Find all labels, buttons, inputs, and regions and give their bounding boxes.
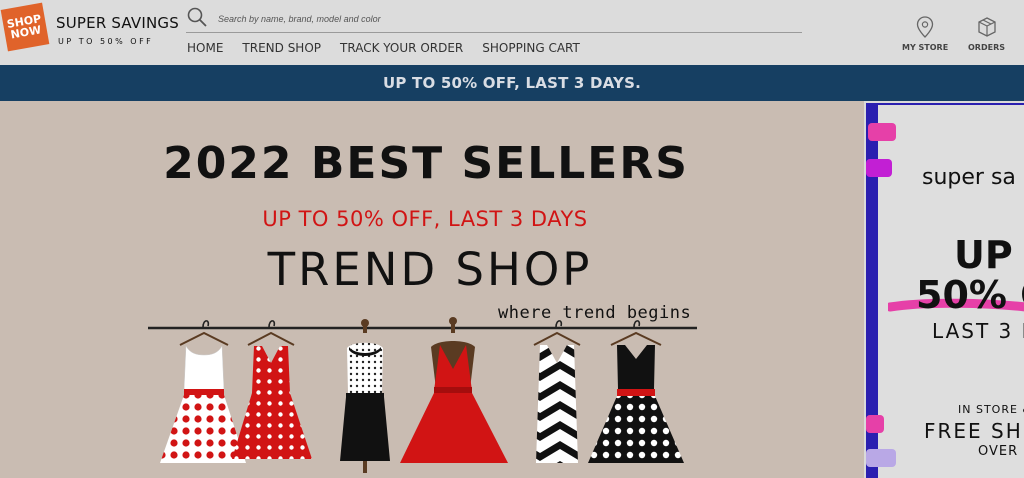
page: SHOP NOW SUPER SAVINGS UP TO 50% OFF HOM… <box>0 0 1024 478</box>
main-nav: HOME TREND SHOP TRACK YOUR ORDER SHOPPIN… <box>187 41 580 55</box>
dress-6 <box>588 320 684 463</box>
hero-banner[interactable]: 2022 BEST SELLERS UP TO 50% OFF, LAST 3 … <box>0 101 864 478</box>
my-store-button[interactable]: MY STORE <box>902 15 948 52</box>
box-icon <box>976 15 998 39</box>
my-store-label: MY STORE <box>902 43 949 52</box>
search-icon[interactable] <box>186 6 212 32</box>
search-input[interactable] <box>212 13 772 24</box>
promo-text: UP TO 50% OFF, LAST 3 DAYS. <box>383 74 641 92</box>
location-pin-icon <box>914 15 936 39</box>
shop-now-logo[interactable]: SHOP NOW <box>0 2 50 52</box>
promo-bar[interactable]: UP TO 50% OFF, LAST 3 DAYS. <box>0 65 1024 101</box>
site-header: SHOP NOW SUPER SAVINGS UP TO 50% OFF HOM… <box>0 0 1024 65</box>
side-tab-magenta <box>866 159 892 177</box>
side-up-text: UP <box>954 233 1013 277</box>
nav-trend-shop[interactable]: TREND SHOP <box>242 41 321 55</box>
side-brand-text: super sa <box>922 165 1016 190</box>
brand-name: SUPER SAVINGS <box>56 14 179 32</box>
dress-5 <box>533 320 581 463</box>
dress-rack-illustration <box>148 317 697 473</box>
side-free-shipping-text: FREE SHI <box>924 419 1024 443</box>
side-over-text: OVER $ <box>978 444 1024 459</box>
orders-label: ORDERS <box>968 43 1005 52</box>
dress-2 <box>232 320 312 459</box>
orders-button[interactable]: ORDERS <box>968 15 1005 52</box>
side-tab-pink-2 <box>866 415 884 433</box>
side-days-text: LAST 3 D <box>932 319 1024 343</box>
nav-home[interactable]: HOME <box>187 41 223 55</box>
brand[interactable]: SUPER SAVINGS UP TO 50% OFF <box>56 14 179 46</box>
search-bar <box>186 5 802 33</box>
nav-track-order[interactable]: TRACK YOUR ORDER <box>340 41 463 55</box>
side-tab-pink <box>868 123 896 141</box>
brand-tagline: UP TO 50% OFF <box>58 37 154 46</box>
side-promo-banner[interactable]: super sa UP 50% O LAST 3 D IN STORE & FR… <box>864 101 1024 478</box>
dress-3 <box>340 319 390 473</box>
dress-4 <box>400 317 508 463</box>
side-instore-text: IN STORE & <box>958 403 1024 416</box>
side-tab-lavender <box>866 449 896 467</box>
dress-1 <box>160 320 246 463</box>
side-discount-text: 50% O <box>916 273 1024 317</box>
nav-shopping-cart[interactable]: SHOPPING CART <box>482 41 580 55</box>
